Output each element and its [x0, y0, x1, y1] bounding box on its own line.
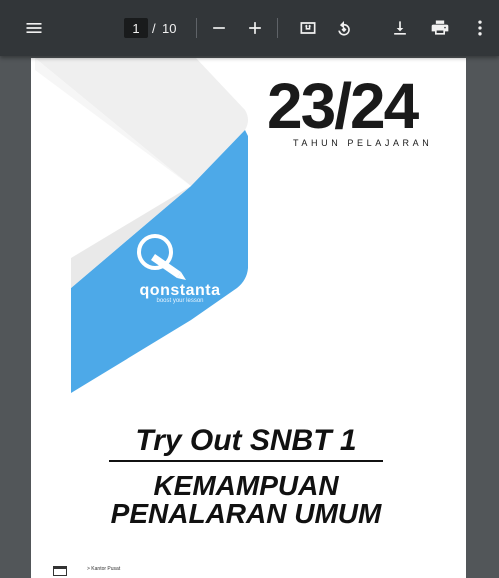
calendar-icon	[53, 566, 67, 576]
footer-text: > Kantor Pusat	[87, 566, 121, 572]
print-icon	[431, 20, 449, 35]
rotate-icon	[338, 21, 350, 36]
plus-icon	[249, 22, 261, 34]
brand-tagline: boost your lesson	[156, 298, 204, 304]
zoom-in-button[interactable]	[241, 14, 269, 42]
document-title: Try Out SNBT 1	[135, 424, 357, 457]
toolbar-divider	[196, 18, 197, 38]
download-button[interactable]	[386, 14, 414, 42]
scrollbar[interactable]	[493, 56, 499, 572]
print-button[interactable]	[426, 14, 454, 42]
menu-icon	[26, 23, 42, 33]
fit-page-icon	[300, 22, 316, 34]
subject-line-2: PENALARAN UMUM	[110, 498, 382, 529]
rotate-button[interactable]	[330, 14, 358, 42]
menu-button[interactable]	[20, 14, 48, 42]
pdf-toolbar: / 10	[0, 0, 499, 56]
page-separator: /	[152, 21, 156, 36]
page-number-input[interactable]	[124, 18, 148, 38]
toolbar-divider	[277, 18, 278, 38]
download-icon	[394, 21, 406, 35]
year-caption: TAHUN PELAJARAN	[293, 138, 433, 148]
fit-page-button[interactable]	[294, 14, 322, 42]
pdf-page: 23/24 TAHUN PELAJARAN qonstanta boost yo…	[31, 58, 466, 578]
more-vert-icon	[478, 20, 482, 36]
minus-icon	[213, 27, 225, 29]
more-options-button[interactable]	[466, 14, 494, 42]
title-underline	[109, 460, 383, 462]
total-pages: 10	[162, 21, 177, 36]
academic-year: 23/24	[267, 70, 419, 142]
zoom-out-button[interactable]	[205, 14, 233, 42]
